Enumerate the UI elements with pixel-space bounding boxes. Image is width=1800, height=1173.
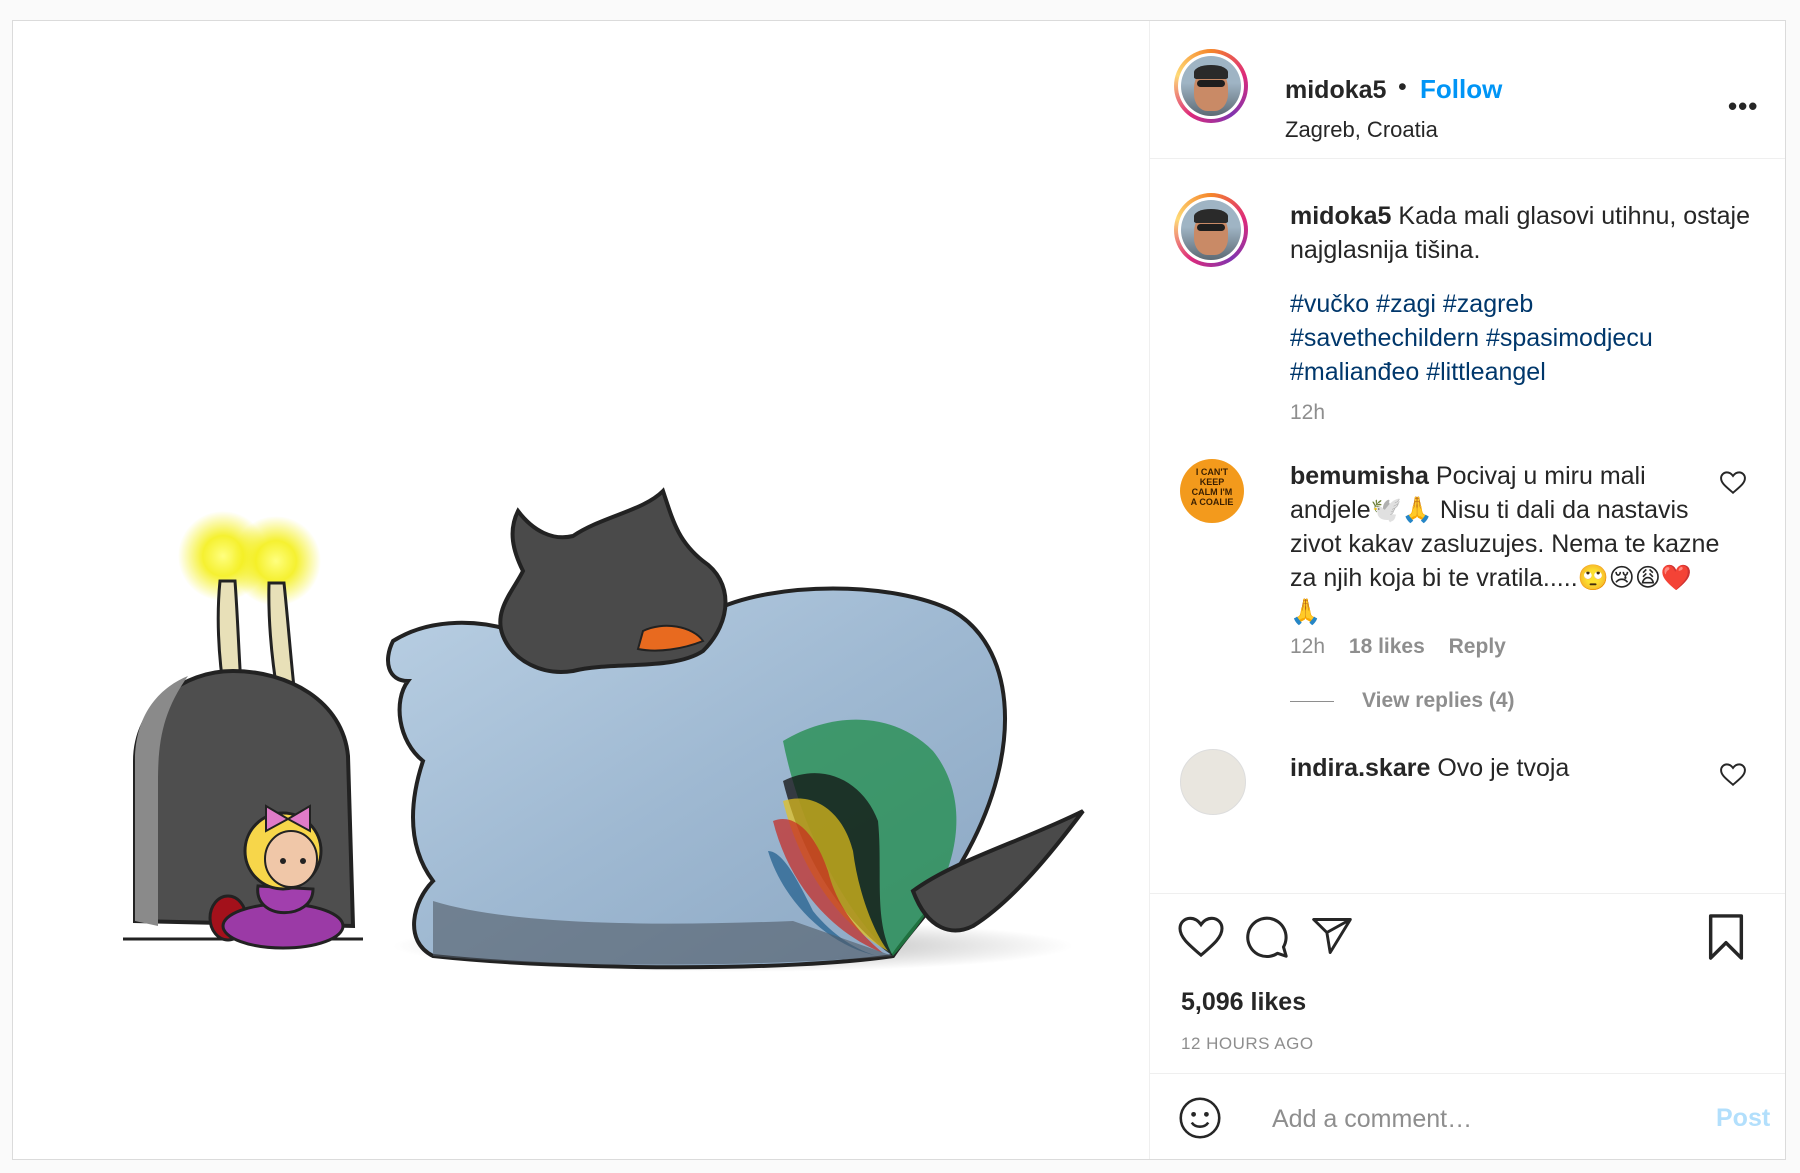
hashtags: #vučko #zagi #zagreb #savethechildern #s… (1290, 287, 1760, 389)
caption-username[interactable]: midoka5 (1290, 202, 1391, 230)
hashtag-link[interactable]: #vučko (1290, 290, 1369, 318)
hashtag-link[interactable]: #malianđeo (1290, 358, 1419, 386)
commenter-avatar[interactable] (1180, 749, 1246, 815)
follow-button[interactable]: Follow (1420, 74, 1502, 105)
comment-username[interactable]: indira.skare (1290, 754, 1430, 782)
like-count[interactable]: 5,096 likes (1181, 988, 1306, 1017)
comment-heart-icon[interactable] (1720, 471, 1746, 495)
comment-text: Ovo je tvoja (1437, 754, 1570, 782)
hashtag-link[interactable]: #zagreb (1443, 290, 1533, 318)
post-sidebar: midoka5 • Follow Zagreb, Croatia ••• mid… (1150, 21, 1785, 1159)
comment-item: bemumisha Pocivaj u miru mali andjele🕊️🙏… (1290, 459, 1720, 629)
post-timestamp[interactable]: 12 HOURS AGO (1181, 1034, 1314, 1054)
post-card: midoka5 • Follow Zagreb, Croatia ••• mid… (12, 20, 1786, 1160)
hashtag-link[interactable]: #spasimodjecu (1486, 324, 1653, 352)
illustration (123, 487, 1085, 972)
view-replies-label: View replies (4) (1362, 689, 1515, 712)
caption-time[interactable]: 12h (1290, 401, 1325, 425)
comments-list[interactable]: midoka5 Kada mali glasovi utihnu, ostaje… (1150, 159, 1785, 892)
location-link[interactable]: Zagreb, Croatia (1285, 117, 1438, 143)
post-image[interactable] (13, 21, 1150, 1159)
author-avatar[interactable] (1174, 49, 1248, 123)
comment-heart-icon[interactable] (1720, 763, 1746, 787)
replies-divider (1290, 700, 1334, 702)
view-replies-button[interactable]: View replies (4) (1290, 689, 1515, 713)
reply-button[interactable]: Reply (1449, 635, 1506, 658)
emoji-icon[interactable] (1178, 1096, 1222, 1140)
more-icon[interactable]: ••• (1728, 91, 1758, 122)
hashtag-link[interactable]: #savethechildern (1290, 324, 1479, 352)
author-username[interactable]: midoka5 (1285, 76, 1386, 105)
caption-avatar[interactable] (1174, 193, 1248, 267)
hashtag-link[interactable]: #zagi (1376, 290, 1436, 318)
comment-item: indira.skare Ovo je tvoja (1290, 751, 1720, 785)
commenter-avatar[interactable]: I CAN'T KEEP CALM I'M A COALIE (1180, 459, 1244, 523)
bookmark-icon[interactable] (1706, 914, 1746, 960)
comment-time[interactable]: 12h (1290, 635, 1325, 658)
post-comment-button[interactable]: Post (1716, 1104, 1770, 1133)
share-icon[interactable] (1310, 914, 1354, 958)
separator-dot: • (1398, 73, 1407, 101)
heart-icon[interactable] (1178, 916, 1224, 958)
avatar-text: I CAN'T KEEP CALM I'M A COALIE (1190, 467, 1234, 507)
hashtag-link[interactable]: #littleangel (1426, 358, 1546, 386)
comment-icon[interactable] (1244, 914, 1290, 960)
post-header: midoka5 • Follow Zagreb, Croatia ••• (1150, 21, 1785, 159)
action-bar: 5,096 likes 12 HOURS AGO (1150, 893, 1785, 1074)
comment-meta: 12h 18 likes Reply (1290, 635, 1524, 659)
comment-input[interactable] (1270, 1100, 1674, 1138)
caption: midoka5 Kada mali glasovi utihnu, ostaje… (1290, 199, 1760, 267)
add-comment-bar: Post (1150, 1073, 1785, 1160)
comment-username[interactable]: bemumisha (1290, 462, 1429, 490)
comment-likes[interactable]: 18 likes (1349, 635, 1425, 658)
